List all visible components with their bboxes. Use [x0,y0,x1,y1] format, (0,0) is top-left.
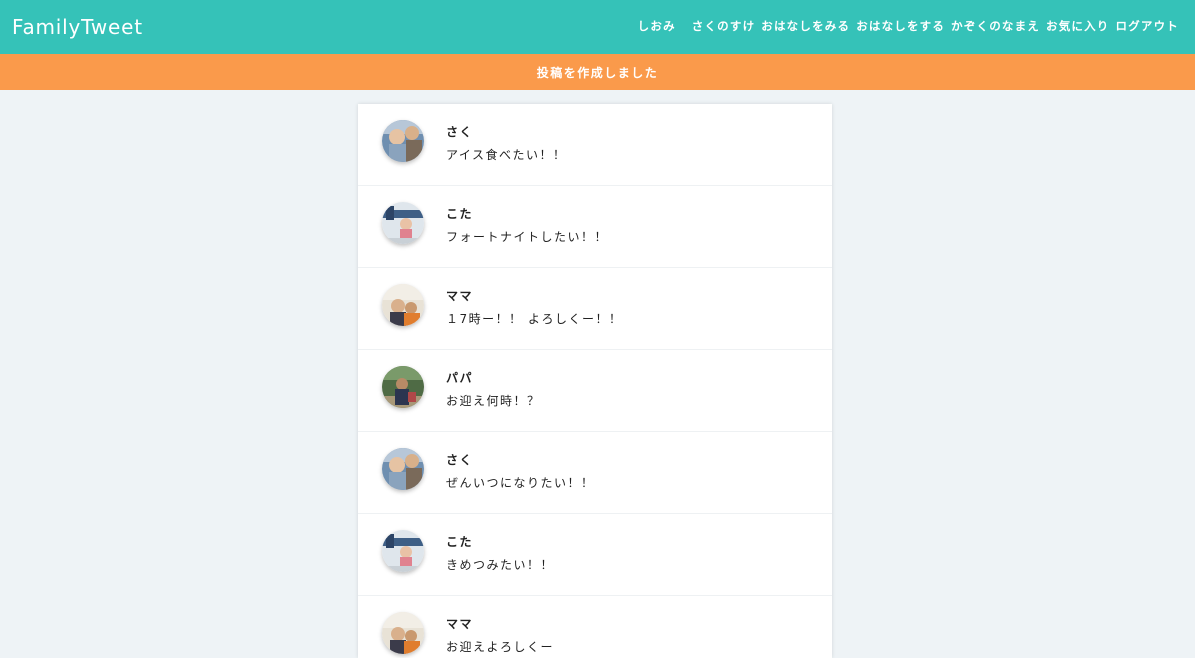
post-text: アイス食べたい！！ [446,148,567,162]
post-text: きめつみたい！！ [446,558,555,572]
flash-message: 投稿を作成しました [0,54,1195,90]
photo-father-avatar-icon[interactable] [382,366,424,408]
nav-post-story[interactable]: おはなしをする [856,18,945,34]
post-text: お迎え何時！？ [446,394,541,408]
app-logo[interactable]: FamilyTweet [12,15,143,39]
post-text: １7時ー！！ よろしくー！！ [446,312,623,326]
photo-toddler-avatar-icon[interactable] [382,202,424,244]
post-item[interactable]: こた きめつみたい！！ [358,514,832,596]
post-author: こた [446,535,474,549]
photo-mother-avatar-icon[interactable] [382,284,424,326]
post-text: フォートナイトしたい！！ [446,230,609,244]
photo-mother-avatar-icon[interactable] [382,612,424,654]
photo-child-avatar-icon[interactable] [382,448,424,490]
post-author: さく [446,125,474,139]
post-author: パパ [446,371,474,385]
photo-child-avatar-icon[interactable] [382,120,424,162]
post-text: ぜんいつになりたい！！ [446,476,595,490]
photo-toddler-avatar-icon[interactable] [382,530,424,572]
post-item[interactable]: さく アイス食べたい！！ [358,104,832,186]
top-header: FamilyTweet しおみ さくのすけ おはなしをみる おはなしをする かぞ… [0,0,1195,54]
nav-user-shiomi[interactable]: しおみ [638,18,676,34]
post-item[interactable]: ママ １7時ー！！ よろしくー！！ [358,268,832,350]
post-item[interactable]: パパ お迎え何時！？ [358,350,832,432]
nav-user-sakunosuke[interactable]: さくのすけ [692,18,756,34]
post-author: こた [446,207,474,221]
post-item[interactable]: こた フォートナイトしたい！！ [358,186,832,268]
post-author: さく [446,453,474,467]
post-item[interactable]: ママ お迎えよろしくー [358,596,832,658]
post-author: ママ [446,289,474,303]
nav-favorites[interactable]: お気に入り [1046,18,1110,34]
post-feed: さく アイス食べたい！！ こた フォートナイトしたい！！ ママ １7時ー！！ よ… [358,104,832,658]
nav-view-stories[interactable]: おはなしをみる [761,18,850,34]
post-item[interactable]: さく ぜんいつになりたい！！ [358,432,832,514]
nav-logout[interactable]: ログアウト [1116,18,1180,34]
post-author: ママ [446,617,474,631]
main-nav: しおみ さくのすけ おはなしをみる おはなしをする かぞくのなまえ お気に入り … [632,18,1179,34]
nav-family-names[interactable]: かぞくのなまえ [951,18,1040,34]
post-text: お迎えよろしくー [446,640,555,654]
